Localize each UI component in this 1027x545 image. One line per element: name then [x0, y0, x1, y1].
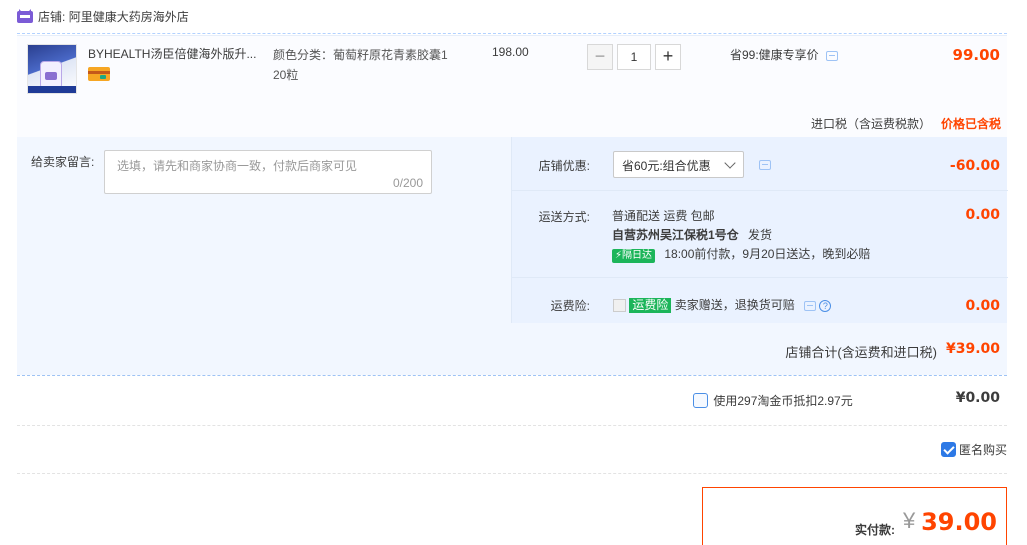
- actual-payment-box: 实付款: ¥ 39.00: [702, 487, 1007, 545]
- store-total-label: 店铺合计(含运费和进口税): [785, 345, 937, 360]
- shipping-amount: 0.00: [965, 207, 1000, 223]
- seller-note-label: 给卖家留言:: [31, 155, 95, 169]
- anonymous-purchase-row: 匿名购买: [17, 426, 1007, 474]
- seller-note-placeholder: 选填，请先和商家协商一致，付款后商家可见: [117, 159, 358, 173]
- shipping-line-1: 普通配送 运费 包邮: [612, 209, 715, 223]
- insurance-message-icon[interactable]: [804, 300, 817, 311]
- insurance-amount: 0.00: [965, 298, 1000, 314]
- seller-note-input[interactable]: 选填，请先和商家协商一致，付款后商家可见 0/200: [104, 150, 432, 194]
- coin-value: ¥0.00: [955, 390, 1000, 406]
- order-item-row: BYHEALTH汤臣倍健海外版升... 颜色分类：葡萄籽原花青素胶囊1 20粒 …: [17, 35, 1007, 137]
- import-tax-label: 进口税（含运费税款）: [811, 117, 932, 131]
- item-discount: 省99:健康专享价: [730, 46, 839, 63]
- product-image-band: [28, 86, 76, 93]
- insurance-checkbox: [613, 299, 626, 313]
- coupon-amount: -60.00: [949, 158, 1000, 174]
- order-summary-panel: 店铺优惠: 省60元:组合优惠 -60.00 运送方式: 普通配送 运费 包邮 …: [511, 137, 1008, 323]
- anonymous-label[interactable]: 匿名购买: [959, 443, 1007, 457]
- divider: [512, 277, 1008, 278]
- coin-checkbox[interactable]: [693, 393, 708, 408]
- taobao-coin-row: 使用297淘金币抵扣2.97元 ¥0.00: [17, 376, 1007, 426]
- seller-note-count: 0/200: [392, 176, 423, 190]
- delivery-promise: 18:00前付款，9月20日送达，晚到必赔: [664, 247, 871, 261]
- shipping-line-3: ⚡隔日达 18:00前付款，9月20日送达，晚到必赔: [612, 245, 870, 264]
- item-discount-text: 省99:健康专享价: [730, 48, 819, 62]
- product-title[interactable]: BYHEALTH汤臣倍健海外版升...: [88, 45, 263, 62]
- next-day-badge: ⚡隔日达: [612, 249, 656, 263]
- credit-card-icon: [88, 67, 110, 81]
- shipping-label: 运送方式:: [538, 210, 590, 224]
- product-thumbnail[interactable]: [27, 44, 77, 94]
- insurance-badge: 运费险: [629, 298, 672, 313]
- coin-label[interactable]: 使用297淘金币抵扣2.97元: [713, 394, 852, 408]
- insurance-text: 卖家赠送，退换货可赔: [674, 298, 795, 312]
- store-name[interactable]: 阿里健康大药房海外店: [69, 10, 189, 24]
- quantity-stepper: − 1 +: [587, 44, 681, 72]
- insurance-details: 运费险 卖家赠送，退换货可赔 ?: [613, 296, 832, 313]
- tax-included-note: 价格已含税: [940, 117, 1001, 131]
- divider: [512, 190, 1008, 191]
- store-header: 店铺: 阿里健康大药房海外店: [17, 0, 1007, 34]
- message-icon[interactable]: [826, 50, 839, 61]
- shipping-details: 普通配送 运费 包邮 自营苏州吴江保税1号仓 发货 ⚡隔日达 18:00前付款，…: [612, 207, 870, 264]
- shipping-line-2: 自营苏州吴江保税1号仓 发货: [612, 226, 870, 245]
- store-name-line[interactable]: 店铺: 阿里健康大药房海外店: [38, 8, 189, 25]
- coin-option[interactable]: 使用297淘金币抵扣2.97元: [693, 392, 853, 409]
- ship-from-text: 发货: [748, 228, 773, 242]
- insurance-label: 运费险:: [550, 299, 590, 313]
- store-total-value: ¥39.00: [945, 341, 1000, 357]
- sku-line-1: 颜色分类：葡萄籽原花青素胶囊1: [273, 48, 448, 62]
- currency-symbol: ¥: [903, 508, 916, 533]
- help-icon[interactable]: ?: [819, 300, 832, 312]
- store-coupon-value: 省60元:组合优惠: [622, 159, 711, 173]
- tmall-store-icon: [17, 9, 33, 23]
- product-sku: 颜色分类：葡萄籽原花青素胶囊1 20粒: [273, 45, 458, 85]
- order-options-panel: 给卖家留言: 选填，请先和商家协商一致，付款后商家可见 0/200 店铺优惠: …: [17, 137, 1008, 375]
- actual-payment-label: 实付款:: [855, 523, 895, 537]
- store-label: 店铺:: [38, 10, 66, 24]
- next-day-badge-text: 隔日达: [622, 250, 653, 261]
- chevron-down-icon: [724, 157, 736, 169]
- item-total: 99.00: [952, 46, 1000, 64]
- store-coupon-label: 店铺优惠:: [538, 159, 590, 173]
- anonymous-checkbox[interactable]: [940, 442, 956, 457]
- warehouse-name: 自营苏州吴江保税1号仓: [612, 228, 739, 242]
- quantity-input[interactable]: 1: [617, 44, 651, 70]
- lightning-icon: ⚡: [615, 250, 623, 261]
- actual-payment-value: 39.00: [921, 508, 997, 536]
- unit-price: 198.00: [492, 45, 529, 59]
- store-coupon-select[interactable]: 省60元:组合优惠: [613, 151, 744, 178]
- product-bottle-image: [40, 61, 62, 89]
- quantity-plus-button[interactable]: +: [655, 44, 681, 70]
- coupon-message-icon[interactable]: [759, 160, 771, 170]
- quantity-minus-button[interactable]: −: [587, 44, 613, 70]
- sku-line-2: 20粒: [273, 68, 299, 82]
- anonymous-option[interactable]: 匿名购买: [940, 441, 1007, 458]
